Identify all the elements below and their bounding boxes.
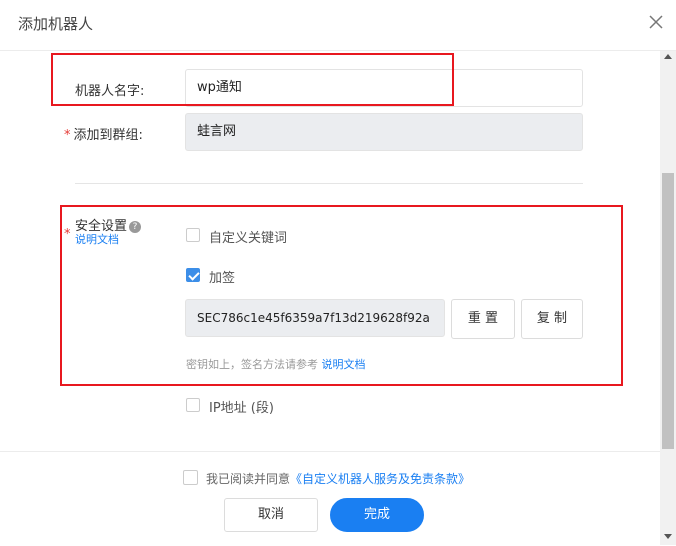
hint-doc-link[interactable]: 说明文档 (322, 358, 366, 371)
divider (75, 183, 583, 184)
required-mark: * (64, 128, 71, 143)
ip-label: IP地址 (段) (209, 401, 274, 416)
custom-keyword-label: 自定义关键词 (209, 231, 288, 246)
close-icon[interactable] (646, 12, 666, 32)
cancel-button[interactable]: 取消 (224, 498, 318, 532)
robot-name-input[interactable]: wp通知 (185, 69, 583, 107)
reset-button[interactable]: 重 置 (451, 299, 515, 339)
terms-link[interactable]: 《自定义机器人服务及免责条款》 (290, 472, 470, 486)
dialog-title: 添加机器人 (18, 15, 94, 33)
custom-keyword-checkbox[interactable] (186, 228, 200, 242)
add-robot-dialog: 添加机器人 机器人名字: wp通知 * 添加到群组: 蛙言网 * 安全设置? 说明… (0, 0, 676, 546)
dialog-body: 机器人名字: wp通知 * 添加到群组: 蛙言网 * 安全设置? 说明文档 自定义… (0, 51, 660, 451)
required-mark: * (64, 227, 71, 242)
scroll-down-arrow-icon[interactable] (664, 534, 672, 539)
sign-checkbox[interactable] (186, 268, 200, 282)
agree-text: 我已阅读并同意 (206, 472, 291, 486)
group-label: 添加到群组: (73, 128, 143, 143)
robot-name-label: 机器人名字: (75, 84, 145, 99)
secret-field: SEC786c1e45f6359a7f13d219628f92a (185, 299, 445, 337)
agree-checkbox[interactable] (183, 470, 198, 485)
group-field: 蛙言网 (185, 113, 583, 151)
copy-button[interactable]: 复 制 (521, 299, 583, 339)
scrollbar-thumb[interactable] (662, 173, 674, 449)
agree-text-row: 我已阅读并同意《自定义机器人服务及免责条款》 (206, 470, 470, 487)
group-label-row: * 添加到群组: (64, 124, 143, 143)
security-doc-link[interactable]: 说明文档 (75, 231, 119, 247)
scrollbar[interactable] (660, 51, 676, 545)
secret-hint: 密钥如上，签名方法请参考 说明文档 (186, 358, 366, 371)
scroll-up-arrow-icon[interactable] (664, 54, 672, 59)
dialog-footer: 我已阅读并同意《自定义机器人服务及免责条款》 取消 完成 (0, 451, 660, 546)
dialog-header: 添加机器人 (0, 0, 676, 51)
done-button[interactable]: 完成 (330, 498, 424, 532)
help-icon[interactable]: ? (129, 221, 142, 233)
ip-checkbox[interactable] (186, 398, 200, 412)
sign-label: 加签 (209, 271, 236, 286)
